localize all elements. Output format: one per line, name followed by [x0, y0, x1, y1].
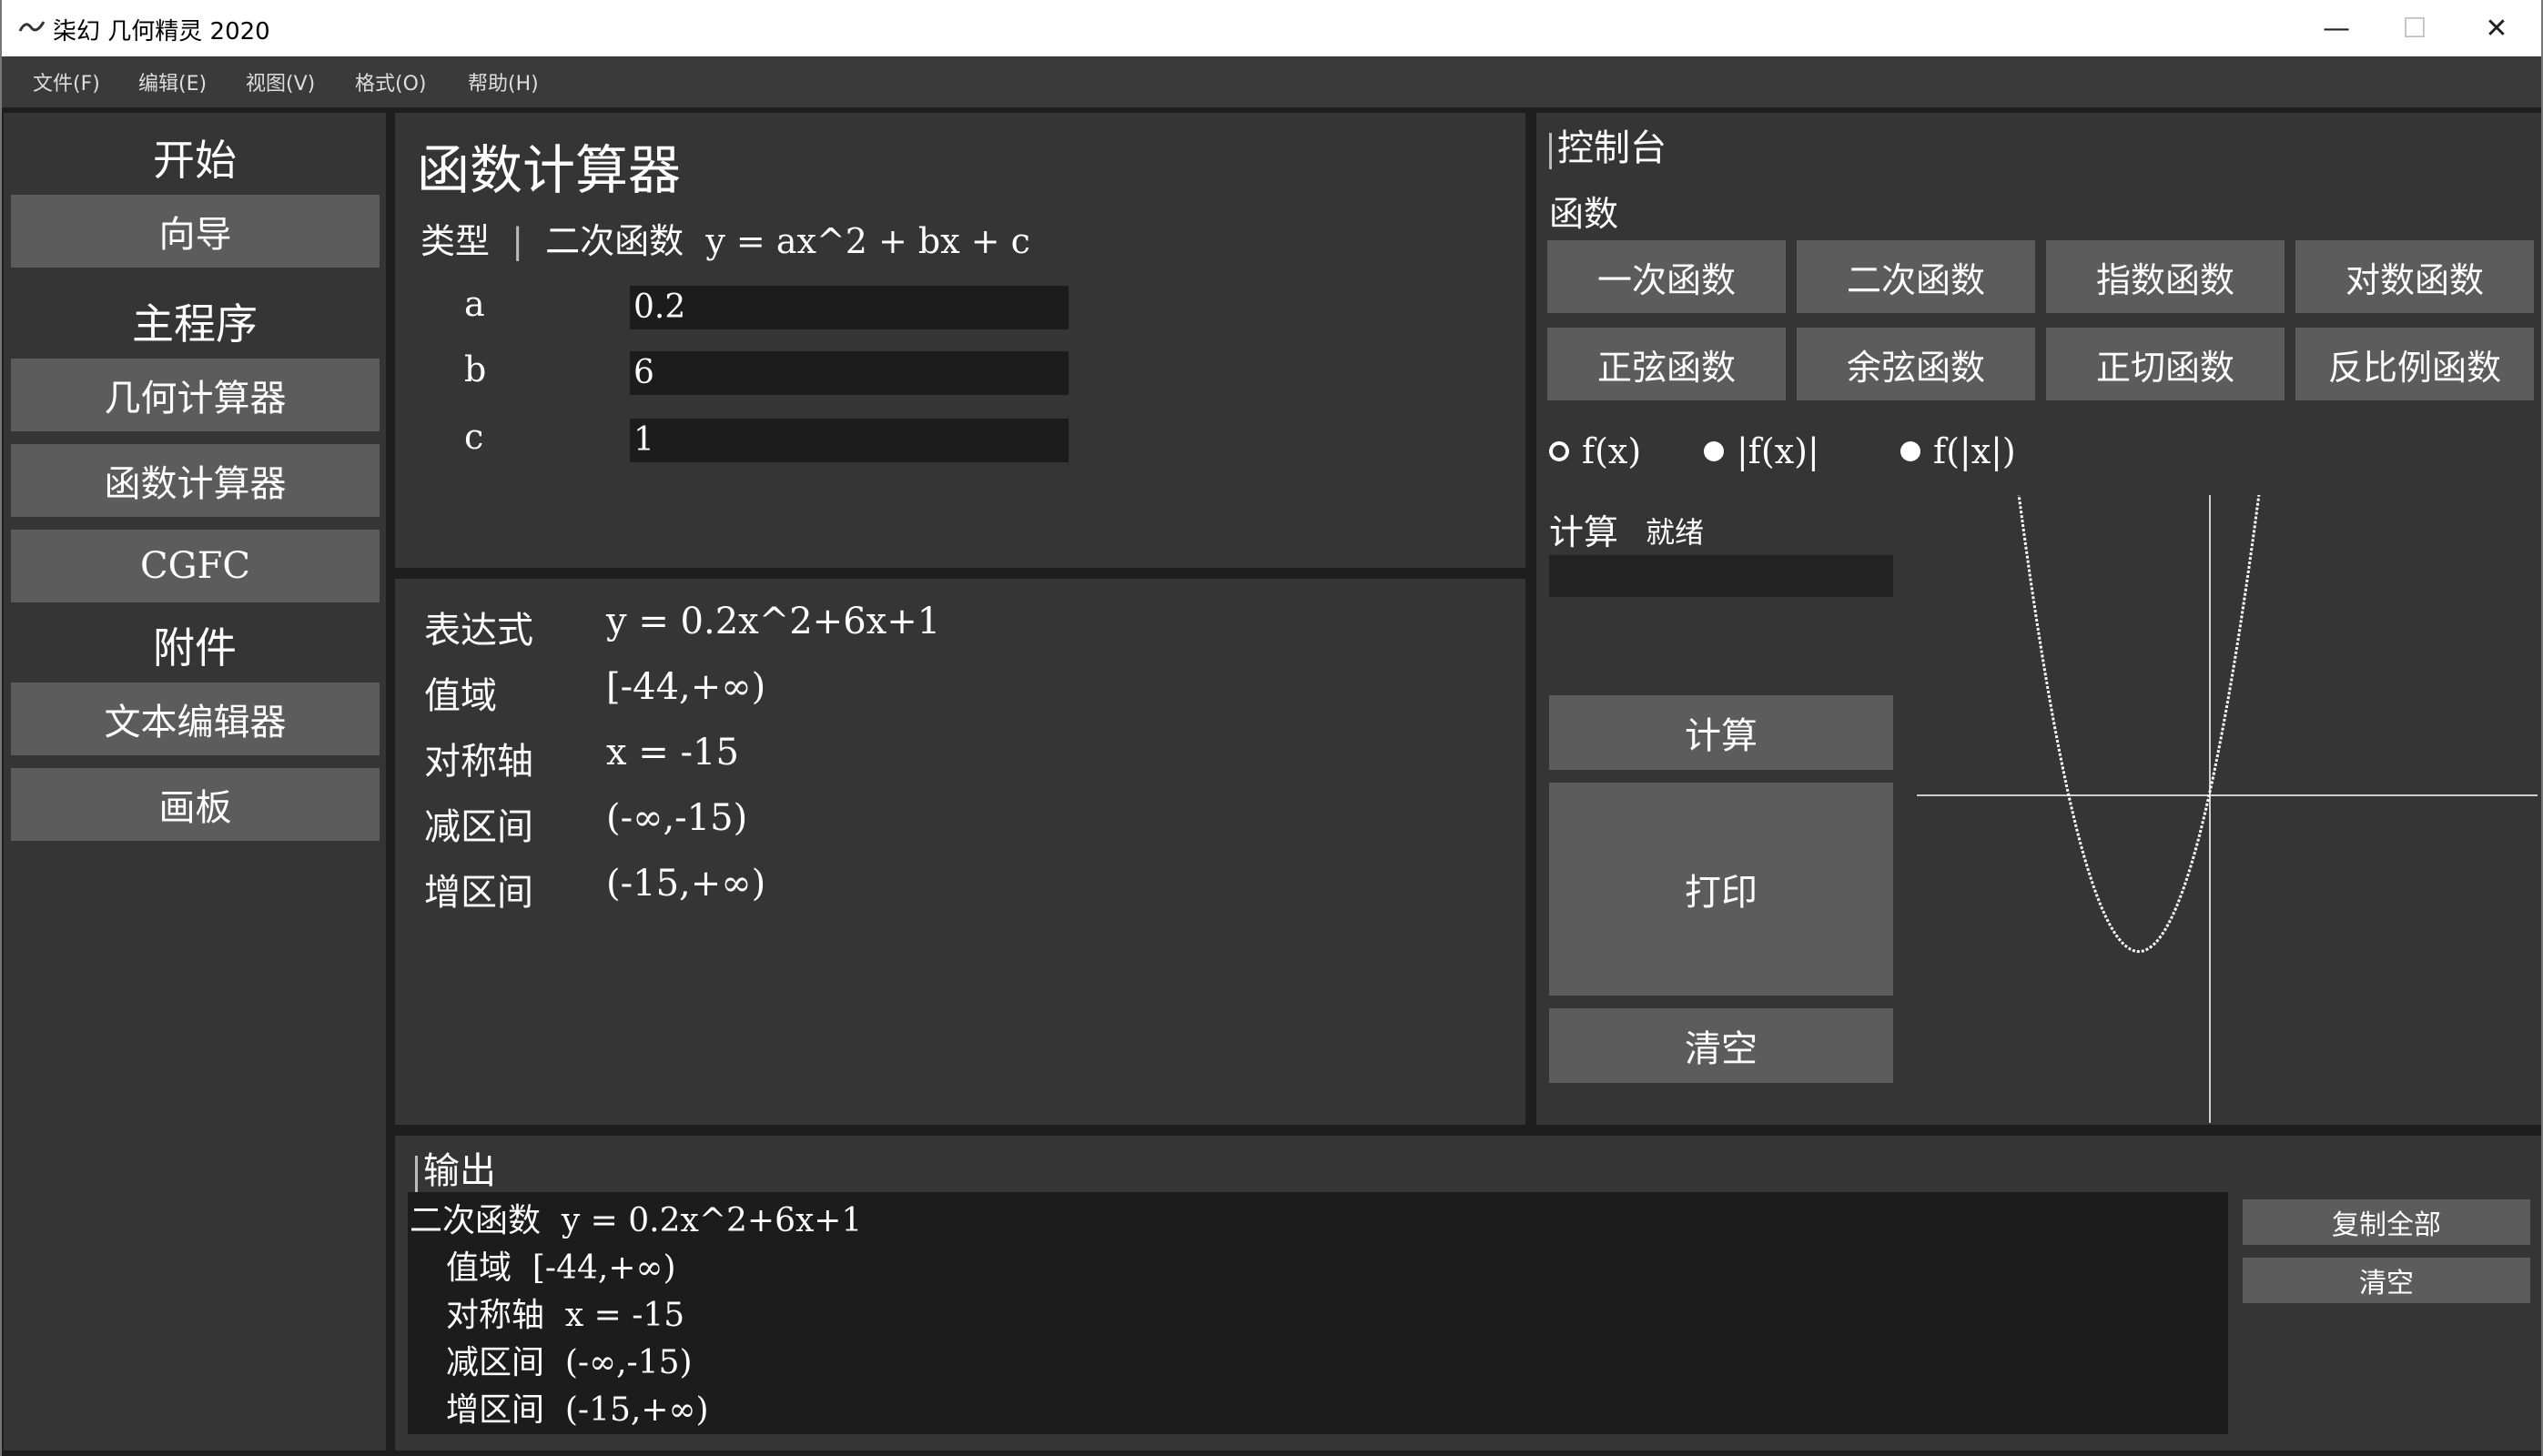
- param-a-input[interactable]: 0.2: [630, 286, 1069, 329]
- inverse-proportion-function-button[interactable]: 反比例函数: [2295, 328, 2534, 400]
- sidebar-item-guide[interactable]: 向导: [11, 195, 380, 268]
- logarithmic-function-button[interactable]: 对数函数: [2295, 240, 2534, 313]
- result-increasing-value: (-15,+∞): [606, 863, 766, 905]
- mode-radio-fx[interactable]: f(x): [1549, 431, 1641, 471]
- function-type-row: 类型 | 二次函数 y = ax^2 + bx + c: [420, 213, 1030, 263]
- menu-format[interactable]: 格式(O): [355, 67, 426, 96]
- app-logo-icon: [18, 21, 46, 32]
- main-area: 开始 向导 主程序 几何计算器 函数计算器 CGFC 附件 文本编辑器 画板 函…: [0, 107, 2543, 1456]
- function-calculator-panel: 函数计算器 类型 | 二次函数 y = ax^2 + bx + c a 0.2 …: [395, 113, 1525, 568]
- sidebar: 开始 向导 主程序 几何计算器 函数计算器 CGFC 附件 文本编辑器 画板: [4, 113, 386, 1451]
- title-bar-marker: [415, 1156, 418, 1192]
- result-increasing-label: 增区间: [424, 872, 533, 914]
- page-title: 函数计算器: [417, 139, 682, 201]
- function-graph: [1917, 495, 2538, 1123]
- radio-filled-icon: [1900, 441, 1920, 461]
- output-text-area[interactable]: 二次函数 y = 0.2x^2+6x+1 值域 [-44,+∞) 对称轴 x =…: [408, 1192, 2228, 1434]
- radio-filled-icon: [1704, 441, 1724, 461]
- sidebar-heading-attachments: 附件: [153, 623, 237, 672]
- console-title-text: 控制台: [1557, 127, 1667, 169]
- radio-unselected-icon: [1549, 441, 1569, 461]
- type-label: 类型: [420, 221, 491, 261]
- sidebar-item-geometry-calculator[interactable]: 几何计算器: [11, 359, 380, 431]
- sine-function-button[interactable]: 正弦函数: [1547, 328, 1786, 400]
- param-a-label: a: [464, 284, 485, 324]
- tangent-function-button[interactable]: 正切函数: [2046, 328, 2285, 400]
- minimize-button[interactable]: —: [2295, 0, 2377, 56]
- status-text: 就绪: [1646, 515, 1705, 550]
- result-decreasing-label: 减区间: [424, 806, 533, 848]
- menu-edit[interactable]: 编辑(E): [138, 67, 207, 96]
- output-title-text: 输出: [423, 1150, 496, 1192]
- compute-input[interactable]: [1549, 555, 1893, 597]
- result-range-value: [-44,+∞): [606, 666, 766, 708]
- quadratic-function-button[interactable]: 二次函数: [1797, 240, 2035, 313]
- result-expression-label: 表达式: [424, 610, 533, 652]
- param-c-label: c: [464, 417, 484, 457]
- exponential-function-button[interactable]: 指数函数: [2046, 240, 2285, 313]
- cosine-function-button[interactable]: 余弦函数: [1797, 328, 2035, 400]
- sidebar-item-canvas[interactable]: 画板: [11, 768, 380, 841]
- window-title: 柒幻 几何精灵 2020: [53, 18, 270, 46]
- type-separator: |: [512, 221, 523, 261]
- menu-view[interactable]: 视图(V): [246, 67, 315, 96]
- mode-abs-fx-label: |f(x)|: [1737, 431, 1819, 471]
- result-expression-value: y = 0.2x^2+6x+1: [606, 601, 941, 642]
- output-line: 对称轴 x = -15: [446, 1297, 685, 1334]
- sidebar-heading-start: 开始: [153, 136, 237, 185]
- param-c-input[interactable]: 1: [630, 419, 1069, 462]
- result-decreasing-value: (-∞,-15): [606, 797, 748, 839]
- output-line: 值域 [-44,+∞): [446, 1249, 676, 1287]
- copy-all-button[interactable]: 复制全部: [2243, 1199, 2530, 1245]
- output-panel: 输出 二次函数 y = 0.2x^2+6x+1 值域 [-44,+∞) 对称轴 …: [395, 1136, 2541, 1451]
- compute-label: 计算: [1549, 512, 1619, 552]
- output-line: 增区间 (-15,+∞): [446, 1391, 709, 1429]
- functions-label: 函数: [1549, 194, 1619, 234]
- mode-radio-abs-fx[interactable]: |f(x)|: [1704, 431, 1819, 471]
- linear-function-button[interactable]: 一次函数: [1547, 240, 1786, 313]
- menu-bar: 文件(F) 编辑(E) 视图(V) 格式(O) 帮助(H): [0, 56, 2543, 107]
- title-bar: 柒幻 几何精灵 2020 — ☐ ✕: [0, 0, 2543, 56]
- output-line: 减区间 (-∞,-15): [446, 1344, 693, 1381]
- console-clear-button[interactable]: 清空: [1549, 1008, 1893, 1083]
- result-axis-label: 对称轴: [424, 741, 533, 783]
- close-button[interactable]: ✕: [2456, 0, 2538, 56]
- param-b-label: b: [464, 349, 487, 389]
- mode-f-abs-x-label: f(|x|): [1933, 431, 2016, 471]
- mode-fx-label: f(x): [1582, 431, 1642, 471]
- maximize-button[interactable]: ☐: [2374, 0, 2456, 56]
- results-panel: 表达式 y = 0.2x^2+6x+1 值域 [-44,+∞) 对称轴 x = …: [395, 579, 1525, 1125]
- mode-radio-f-abs-x[interactable]: f(|x|): [1900, 431, 2016, 471]
- general-formula: y = ax^2 + bx + c: [705, 221, 1030, 261]
- menu-help[interactable]: 帮助(H): [468, 67, 539, 96]
- output-line: 二次函数 y = 0.2x^2+6x+1: [410, 1202, 863, 1239]
- compute-button[interactable]: 计算: [1549, 695, 1893, 770]
- sidebar-heading-main: 主程序: [132, 299, 258, 349]
- print-button[interactable]: 打印: [1549, 783, 1893, 996]
- sidebar-item-cgfc[interactable]: CGFC: [11, 530, 380, 602]
- menu-file[interactable]: 文件(F): [33, 67, 100, 96]
- param-b-input[interactable]: 6: [630, 351, 1069, 395]
- type-value: 二次函数: [545, 221, 684, 261]
- graph-curve: [2017, 495, 2261, 954]
- title-bar-marker: [1549, 133, 1552, 169]
- output-title: 输出: [415, 1141, 496, 1194]
- result-axis-value: x = -15: [606, 732, 739, 774]
- result-range-label: 值域: [424, 675, 497, 717]
- console-title: 控制台: [1549, 118, 1667, 171]
- sidebar-item-text-editor[interactable]: 文本编辑器: [11, 682, 380, 755]
- output-clear-button[interactable]: 清空: [2243, 1258, 2530, 1303]
- console-panel: 控制台 函数 一次函数 二次函数 指数函数 对数函数 正弦函数 余弦函数 正切函…: [1536, 113, 2541, 1125]
- sidebar-item-function-calculator[interactable]: 函数计算器: [11, 444, 380, 517]
